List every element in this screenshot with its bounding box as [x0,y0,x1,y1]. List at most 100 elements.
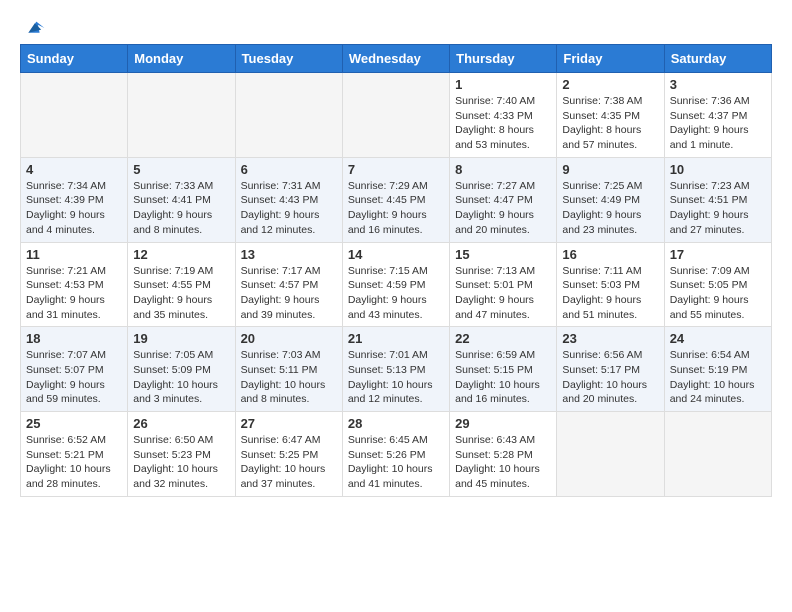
weekday-header-monday: Monday [128,45,235,73]
day-info: Sunrise: 7:05 AM Sunset: 5:09 PM Dayligh… [133,348,229,407]
weekday-header-friday: Friday [557,45,664,73]
calendar-cell: 4 Sunrise: 7:34 AM Sunset: 4:39 PM Daylig… [21,157,128,242]
day-number: 14 [348,247,444,262]
calendar-cell: 1 Sunrise: 7:40 AM Sunset: 4:33 PM Daylig… [450,73,557,158]
day-number: 15 [455,247,551,262]
day-number: 25 [26,416,122,431]
day-number: 21 [348,331,444,346]
calendar-cell: 15 Sunrise: 7:13 AM Sunset: 5:01 PM Dayli… [450,242,557,327]
day-number: 18 [26,331,122,346]
day-info: Sunrise: 6:59 AM Sunset: 5:15 PM Dayligh… [455,348,551,407]
calendar-cell: 26 Sunrise: 6:50 AM Sunset: 5:23 PM Dayli… [128,412,235,497]
day-info: Sunrise: 6:43 AM Sunset: 5:28 PM Dayligh… [455,433,551,492]
calendar-cell: 8 Sunrise: 7:27 AM Sunset: 4:47 PM Daylig… [450,157,557,242]
day-info: Sunrise: 6:45 AM Sunset: 5:26 PM Dayligh… [348,433,444,492]
calendar-cell [21,73,128,158]
day-info: Sunrise: 6:54 AM Sunset: 5:19 PM Dayligh… [670,348,766,407]
day-number: 17 [670,247,766,262]
day-info: Sunrise: 6:47 AM Sunset: 5:25 PM Dayligh… [241,433,337,492]
day-number: 29 [455,416,551,431]
day-number: 28 [348,416,444,431]
day-info: Sunrise: 7:40 AM Sunset: 4:33 PM Dayligh… [455,94,551,153]
day-info: Sunrise: 7:09 AM Sunset: 5:05 PM Dayligh… [670,264,766,323]
calendar-cell: 23 Sunrise: 6:56 AM Sunset: 5:17 PM Dayli… [557,327,664,412]
calendar-cell: 13 Sunrise: 7:17 AM Sunset: 4:57 PM Dayli… [235,242,342,327]
day-info: Sunrise: 7:17 AM Sunset: 4:57 PM Dayligh… [241,264,337,323]
weekday-header-wednesday: Wednesday [342,45,449,73]
calendar-cell [235,73,342,158]
calendar-cell: 29 Sunrise: 6:43 AM Sunset: 5:28 PM Dayli… [450,412,557,497]
day-number: 9 [562,162,658,177]
day-number: 22 [455,331,551,346]
weekday-header-tuesday: Tuesday [235,45,342,73]
weekday-header-saturday: Saturday [664,45,771,73]
day-number: 6 [241,162,337,177]
day-info: Sunrise: 7:19 AM Sunset: 4:55 PM Dayligh… [133,264,229,323]
header [20,16,772,36]
calendar-cell: 22 Sunrise: 6:59 AM Sunset: 5:15 PM Dayli… [450,327,557,412]
calendar-cell: 12 Sunrise: 7:19 AM Sunset: 4:55 PM Dayli… [128,242,235,327]
day-number: 26 [133,416,229,431]
day-info: Sunrise: 7:01 AM Sunset: 5:13 PM Dayligh… [348,348,444,407]
day-number: 13 [241,247,337,262]
calendar-cell: 24Sunrise: 6:54 AM Sunset: 5:19 PM Dayli… [664,327,771,412]
day-info: Sunrise: 7:13 AM Sunset: 5:01 PM Dayligh… [455,264,551,323]
day-info: Sunrise: 7:03 AM Sunset: 5:11 PM Dayligh… [241,348,337,407]
day-number: 20 [241,331,337,346]
day-info: Sunrise: 6:50 AM Sunset: 5:23 PM Dayligh… [133,433,229,492]
calendar-week-row: 1 Sunrise: 7:40 AM Sunset: 4:33 PM Daylig… [21,73,772,158]
calendar-cell: 14 Sunrise: 7:15 AM Sunset: 4:59 PM Dayli… [342,242,449,327]
day-number: 27 [241,416,337,431]
calendar-cell [664,412,771,497]
calendar-cell: 18 Sunrise: 7:07 AM Sunset: 5:07 PM Dayli… [21,327,128,412]
day-info: Sunrise: 7:11 AM Sunset: 5:03 PM Dayligh… [562,264,658,323]
day-info: Sunrise: 7:38 AM Sunset: 4:35 PM Dayligh… [562,94,658,153]
calendar-cell: 9Sunrise: 7:25 AM Sunset: 4:49 PM Daylig… [557,157,664,242]
day-number: 4 [26,162,122,177]
day-info: Sunrise: 7:15 AM Sunset: 4:59 PM Dayligh… [348,264,444,323]
calendar-cell [128,73,235,158]
day-number: 11 [26,247,122,262]
calendar-week-row: 18 Sunrise: 7:07 AM Sunset: 5:07 PM Dayli… [21,327,772,412]
calendar-week-row: 11 Sunrise: 7:21 AM Sunset: 4:53 PM Dayli… [21,242,772,327]
calendar-cell: 28 Sunrise: 6:45 AM Sunset: 5:26 PM Dayli… [342,412,449,497]
calendar-cell: 5 Sunrise: 7:33 AM Sunset: 4:41 PM Daylig… [128,157,235,242]
calendar-cell: 20 Sunrise: 7:03 AM Sunset: 5:11 PM Dayli… [235,327,342,412]
day-number: 23 [562,331,658,346]
calendar-week-row: 25 Sunrise: 6:52 AM Sunset: 5:21 PM Dayli… [21,412,772,497]
day-info: Sunrise: 7:33 AM Sunset: 4:41 PM Dayligh… [133,179,229,238]
calendar-cell: 2 Sunrise: 7:38 AM Sunset: 4:35 PM Daylig… [557,73,664,158]
day-number: 16 [562,247,658,262]
weekday-header-thursday: Thursday [450,45,557,73]
calendar-cell [557,412,664,497]
day-number: 19 [133,331,229,346]
calendar-cell: 7 Sunrise: 7:29 AM Sunset: 4:45 PM Daylig… [342,157,449,242]
day-number: 8 [455,162,551,177]
weekday-header-sunday: Sunday [21,45,128,73]
day-info: Sunrise: 7:23 AM Sunset: 4:51 PM Dayligh… [670,179,766,238]
day-number: 3 [670,77,766,92]
calendar-cell: 3 Sunrise: 7:36 AM Sunset: 4:37 PM Daylig… [664,73,771,158]
day-info: Sunrise: 6:56 AM Sunset: 5:17 PM Dayligh… [562,348,658,407]
day-info: Sunrise: 7:36 AM Sunset: 4:37 PM Dayligh… [670,94,766,153]
day-number: 7 [348,162,444,177]
day-number: 10 [670,162,766,177]
calendar-cell: 10 Sunrise: 7:23 AM Sunset: 4:51 PM Dayli… [664,157,771,242]
calendar-cell: 6Sunrise: 7:31 AM Sunset: 4:43 PM Daylig… [235,157,342,242]
calendar-cell: 19 Sunrise: 7:05 AM Sunset: 5:09 PM Dayli… [128,327,235,412]
day-number: 5 [133,162,229,177]
calendar-cell: 21 Sunrise: 7:01 AM Sunset: 5:13 PM Dayli… [342,327,449,412]
calendar-cell: 17 Sunrise: 7:09 AM Sunset: 5:05 PM Dayli… [664,242,771,327]
day-info: Sunrise: 7:21 AM Sunset: 4:53 PM Dayligh… [26,264,122,323]
calendar-cell: 25 Sunrise: 6:52 AM Sunset: 5:21 PM Dayli… [21,412,128,497]
calendar-cell: 11 Sunrise: 7:21 AM Sunset: 4:53 PM Dayli… [21,242,128,327]
day-number: 12 [133,247,229,262]
day-info: Sunrise: 7:07 AM Sunset: 5:07 PM Dayligh… [26,348,122,407]
day-number: 2 [562,77,658,92]
day-info: Sunrise: 7:29 AM Sunset: 4:45 PM Dayligh… [348,179,444,238]
day-info: Sunrise: 7:27 AM Sunset: 4:47 PM Dayligh… [455,179,551,238]
calendar-table: SundayMondayTuesdayWednesdayThursdayFrid… [20,44,772,497]
day-info: Sunrise: 6:52 AM Sunset: 5:21 PM Dayligh… [26,433,122,492]
day-number: 1 [455,77,551,92]
day-info: Sunrise: 7:34 AM Sunset: 4:39 PM Dayligh… [26,179,122,238]
